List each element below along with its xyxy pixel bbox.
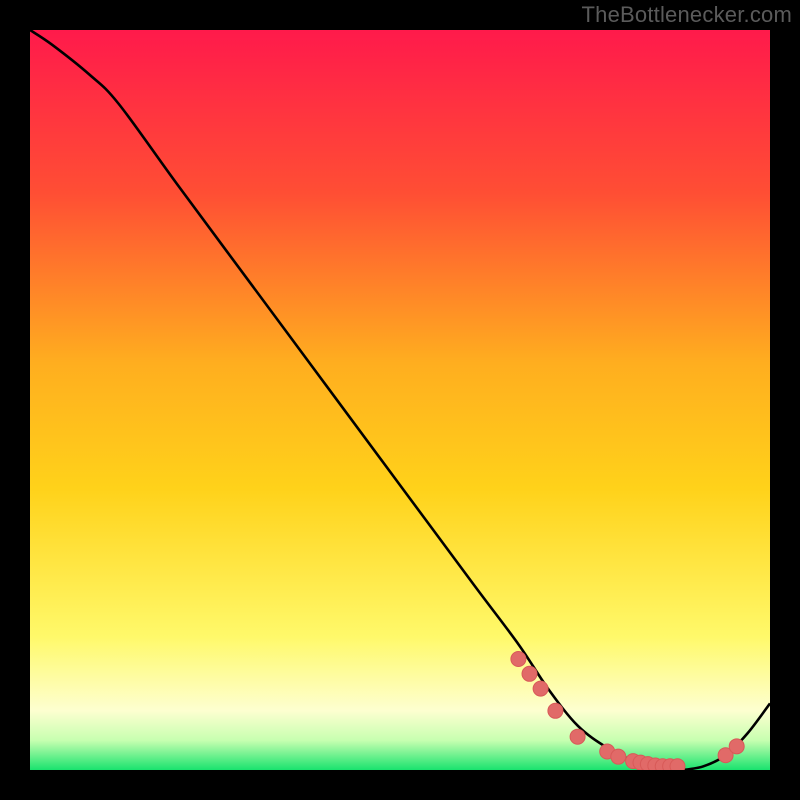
data-marker (670, 759, 685, 770)
data-marker (522, 666, 537, 681)
plot-area (30, 30, 770, 770)
data-marker (570, 729, 585, 744)
chart-frame: TheBottlenecker.com (0, 0, 800, 800)
gradient-background (30, 30, 770, 770)
data-marker (548, 703, 563, 718)
data-marker (611, 749, 626, 764)
data-marker (729, 739, 744, 754)
data-marker (533, 681, 548, 696)
watermark-text: TheBottlenecker.com (582, 2, 792, 28)
data-marker (511, 652, 526, 667)
bottleneck-curve-chart (30, 30, 770, 770)
